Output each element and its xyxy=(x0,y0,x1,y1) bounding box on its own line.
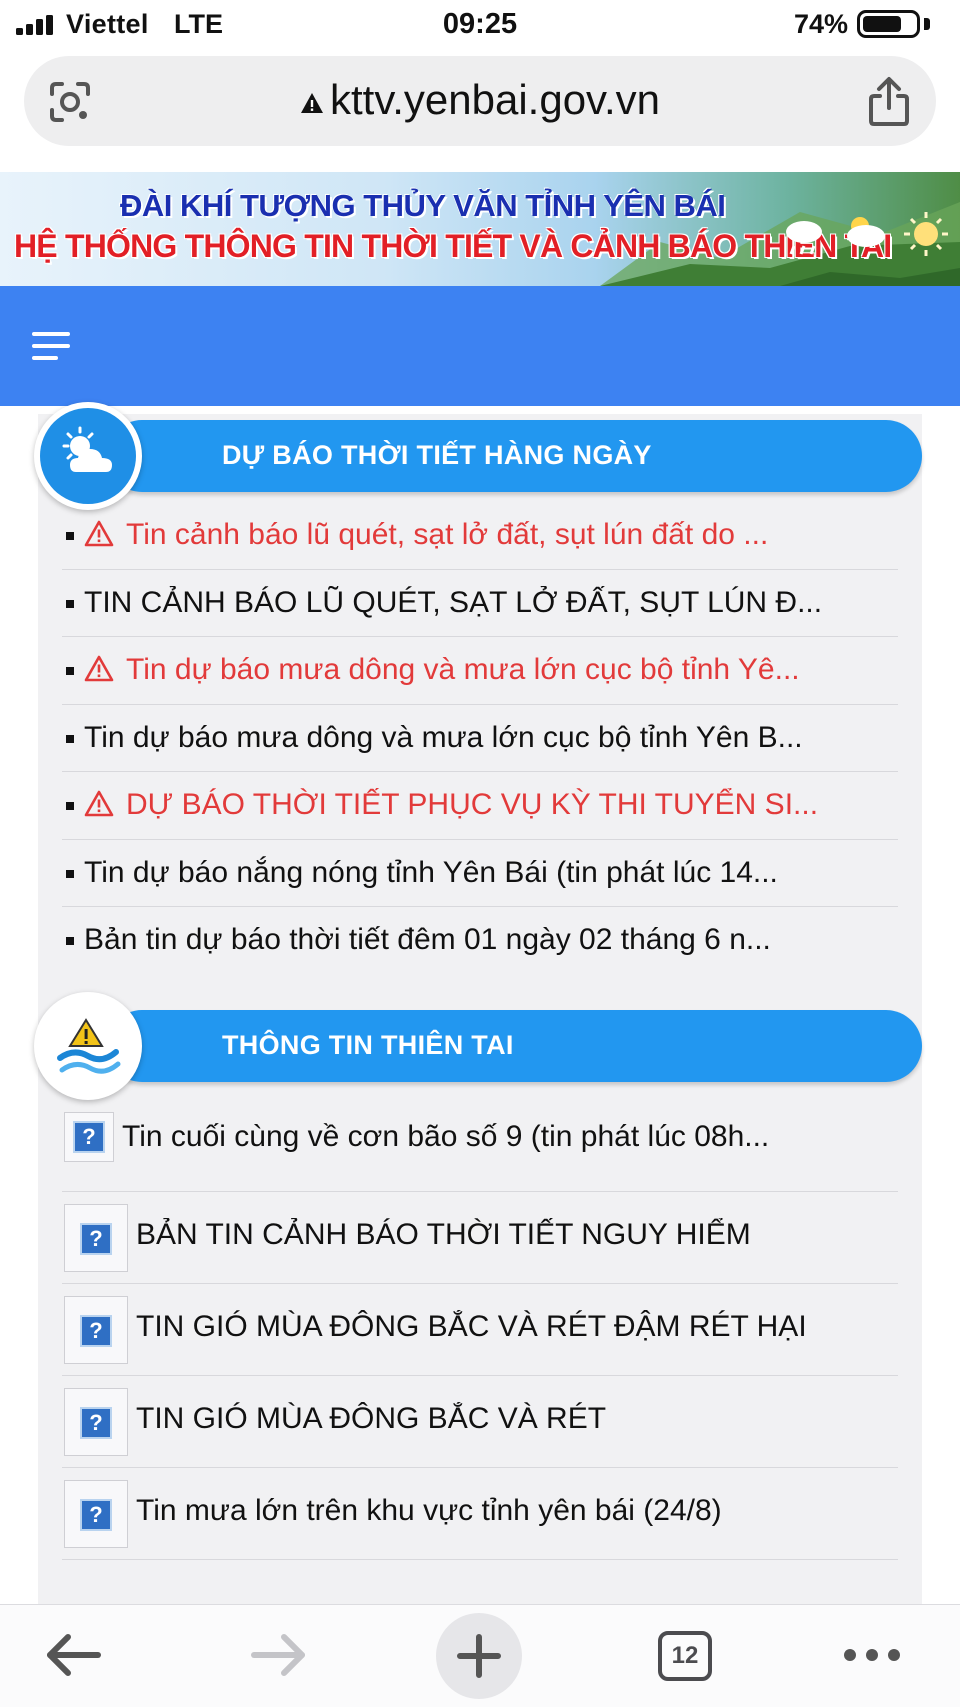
list-bullet xyxy=(66,937,74,945)
list-bullet xyxy=(66,532,74,540)
main-content: DỰ BÁO THỜI TIẾT HÀNG NGÀY Tin cảnh báo … xyxy=(34,402,922,1604)
browser-screen: Viettel LTE 09:25 74% kttv.yenbai.gov.vn xyxy=(0,0,960,1707)
missing-image-thumbnail[interactable]: ? xyxy=(64,1204,128,1272)
warning-triangle-icon xyxy=(84,790,114,817)
disaster-news-item[interactable]: ? Tin cuối cùng về cơn bão số 9 (tin phát… xyxy=(62,1104,898,1192)
broken-image-icon: ? xyxy=(80,1407,112,1439)
battery-percent: 74% xyxy=(793,9,848,39)
site-navbar xyxy=(0,286,960,406)
not-secure-warning-icon[interactable] xyxy=(300,92,324,114)
section-badge xyxy=(34,992,142,1100)
forecast-news-item[interactable]: Tin dự báo mưa dông và mưa lớn cục bộ tỉ… xyxy=(62,637,898,705)
missing-image-thumbnail[interactable]: ? xyxy=(64,1296,128,1364)
section-title: THÔNG TIN THIÊN TAI xyxy=(222,1030,514,1060)
news-item-title[interactable]: Tin cảnh báo lũ quét, sạt lở đất, sụt lú… xyxy=(126,518,898,552)
status-bar: Viettel LTE 09:25 74% xyxy=(0,0,960,50)
browser-toolbar: 12 xyxy=(0,1604,960,1707)
more-dots-icon[interactable] xyxy=(832,1619,912,1691)
list-bullet xyxy=(66,734,74,743)
news-item-title[interactable]: Bản tin dự báo thời tiết đêm 01 ngày 02 … xyxy=(84,923,898,957)
section-title-bar: THÔNG TIN THIÊN TAI xyxy=(106,1010,922,1082)
disaster-news-item[interactable]: ? TIN GIÓ MÙA ĐÔNG BẮC VÀ RÉT xyxy=(62,1376,898,1468)
forecast-news-item[interactable]: TIN CẢNH BÁO LŨ QUÉT, SẠT LỞ ĐẤT, SỤT LÚ… xyxy=(62,570,898,637)
disaster-news-item[interactable]: ? TIN GIÓ MÙA ĐÔNG BẮC VÀ RÉT ĐẬM RÉT HẠI xyxy=(62,1284,898,1376)
disaster-news-item[interactable]: ? Tin mưa lớn trên khu vực tỉnh yên bái (… xyxy=(62,1468,898,1560)
banner-title-secondary: HỆ THỐNG THÔNG TIN THỜI TIẾT VÀ CẢNH BÁO… xyxy=(14,228,892,264)
news-item-title[interactable]: DỰ BÁO THỜI TIẾT PHỤC VỤ KỲ THI TUYỂN SI… xyxy=(126,788,898,822)
section-title-bar: DỰ BÁO THỜI TIẾT HÀNG NGÀY xyxy=(106,420,922,492)
forecast-news-item[interactable]: DỰ BÁO THỜI TIẾT PHỤC VỤ KỲ THI TUYỂN SI… xyxy=(62,772,898,840)
sun-icon xyxy=(904,212,948,256)
disaster-news-list: ? Tin cuối cùng về cơn bão số 9 (tin phát… xyxy=(62,1104,898,1560)
news-item-title[interactable]: BẢN TIN CẢNH BÁO THỜI TIẾT NGUY HIỂM xyxy=(136,1218,898,1252)
warning-triangle-icon xyxy=(84,520,114,547)
section-title: DỰ BÁO THỜI TIẾT HÀNG NGÀY xyxy=(222,440,652,470)
tab-switcher-button[interactable]: 12 xyxy=(644,1619,724,1691)
tab-count: 12 xyxy=(658,1631,712,1681)
weather-icons-decoration xyxy=(786,212,948,256)
banner-title-primary: ĐÀI KHÍ TƯỢNG THỦY VĂN TỈNH YÊN BÁI xyxy=(120,188,726,223)
forecast-news-item[interactable]: Tin cảnh báo lũ quét, sạt lở đất, sụt lú… xyxy=(62,502,898,570)
sun-cloud-icon xyxy=(847,217,885,247)
url-text: kttv.yenbai.gov.vn xyxy=(330,76,660,123)
warning-triangle-icon xyxy=(84,655,114,682)
battery-tip xyxy=(924,18,930,30)
disaster-news-item[interactable]: ? BẢN TIN CẢNH BÁO THỜI TIẾT NGUY HIỂM xyxy=(62,1192,898,1284)
news-item-title[interactable]: TIN GIÓ MÙA ĐÔNG BẮC VÀ RÉT xyxy=(136,1402,898,1436)
news-item-title[interactable]: Tin cuối cùng về cơn bão số 9 (tin phát … xyxy=(122,1120,898,1154)
news-item-title[interactable]: Tin mưa lớn trên khu vực tỉnh yên bái (2… xyxy=(136,1494,898,1528)
new-tab-button[interactable] xyxy=(436,1613,522,1699)
hamburger-menu-icon[interactable] xyxy=(32,332,70,362)
news-item-title[interactable]: Tin dự báo mưa dông và mưa lớn cục bộ tỉ… xyxy=(126,653,898,687)
news-item-title[interactable]: Tin dự báo nắng nóng tỉnh Yên Bái (tin p… xyxy=(84,856,898,890)
site-header-banner[interactable]: ĐÀI KHÍ TƯỢNG THỦY VĂN TỈNH YÊN BÁI HỆ T… xyxy=(0,172,960,286)
broken-image-icon: ? xyxy=(73,1121,105,1153)
url-field[interactable]: kttv.yenbai.gov.vn xyxy=(24,76,936,124)
forecast-news-item[interactable]: Tin dự báo nắng nóng tỉnh Yên Bái (tin p… xyxy=(62,840,898,907)
sun-cloud-icon xyxy=(40,408,136,504)
address-bar[interactable]: kttv.yenbai.gov.vn xyxy=(24,56,936,146)
news-item-title[interactable]: TIN GIÓ MÙA ĐÔNG BẮC VÀ RÉT ĐẬM RÉT HẠI xyxy=(136,1310,898,1344)
battery-icon xyxy=(857,10,920,38)
back-arrow-icon[interactable] xyxy=(34,1619,114,1691)
list-bullet xyxy=(66,802,74,810)
forecast-news-list: Tin cảnh báo lũ quét, sạt lở đất, sụt lú… xyxy=(62,502,898,975)
forecast-news-item[interactable]: Bản tin dự báo thời tiết đêm 01 ngày 02 … xyxy=(62,907,898,975)
news-item-title[interactable]: Tin dự báo mưa dông và mưa lớn cục bộ tỉ… xyxy=(84,721,898,755)
share-icon[interactable] xyxy=(866,76,912,128)
news-item-title[interactable]: TIN CẢNH BÁO LŨ QUÉT, SẠT LỞ ĐẤT, SỤT LÚ… xyxy=(84,586,898,620)
broken-image-icon: ? xyxy=(80,1315,112,1347)
section-badge xyxy=(34,402,142,510)
list-bullet xyxy=(66,869,74,878)
list-bullet xyxy=(66,667,74,675)
broken-image-icon: ? xyxy=(80,1499,112,1531)
missing-image-thumbnail[interactable]: ? xyxy=(64,1112,114,1162)
broken-image-icon: ? xyxy=(80,1223,112,1255)
missing-image-thumbnail[interactable]: ? xyxy=(64,1480,128,1548)
missing-image-thumbnail[interactable]: ? xyxy=(64,1388,128,1456)
disaster-section-header[interactable]: THÔNG TIN THIÊN TAI xyxy=(34,992,922,1100)
plus-icon xyxy=(457,1634,501,1678)
forecast-news-item[interactable]: Tin dự báo mưa dông và mưa lớn cục bộ tỉ… xyxy=(62,705,898,772)
rain-cloud-icon xyxy=(786,221,822,255)
warning-wave-icon xyxy=(40,998,136,1094)
list-bullet xyxy=(66,599,74,608)
forecast-section-header[interactable]: DỰ BÁO THỜI TIẾT HÀNG NGÀY xyxy=(34,402,922,510)
forward-arrow-icon[interactable] xyxy=(238,1619,318,1691)
